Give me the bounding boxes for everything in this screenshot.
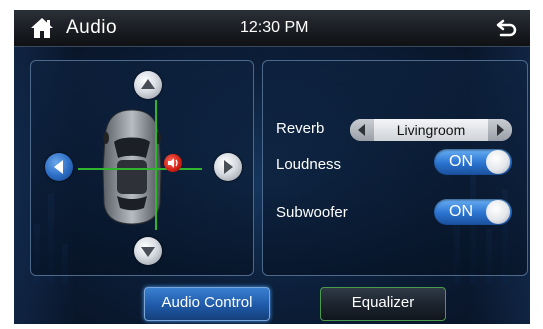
right-arrow-button[interactable] [214,153,242,181]
loudness-state: ON [449,153,473,170]
back-icon[interactable] [496,18,518,38]
subwoofer-state: ON [449,203,473,220]
toggle-knob [486,200,510,224]
home-icon[interactable] [30,17,54,39]
loudness-toggle[interactable]: ON [434,149,512,175]
right-arrow-icon [224,160,233,174]
reverb-value: Livingroom [396,122,466,138]
page-title: Audio [66,17,118,38]
speaker-icon [164,154,182,172]
reverb-selector: Livingroom [350,119,512,141]
loudness-label: Loudness [276,156,342,173]
subwoofer-label: Subwoofer [276,204,348,221]
clock: 12:30 PM [240,19,309,36]
toggle-knob [486,150,510,174]
up-arrow-button[interactable] [134,71,162,99]
down-arrow-icon [141,247,155,257]
equalizer-button[interactable]: Equalizer [320,287,446,321]
right-arrow-icon [497,124,504,136]
audio-control-button[interactable]: Audio Control [144,287,270,321]
left-arrow-icon [54,160,63,174]
reverb-next-button[interactable] [488,119,512,141]
left-arrow-button[interactable] [45,153,73,181]
down-arrow-button[interactable] [134,237,162,265]
audio-screen: Audio 12:30 PM Reverb Livingroom Loudnes… [14,10,530,324]
up-arrow-icon [141,79,155,89]
reverb-prev-button[interactable] [350,119,374,141]
reverb-label: Reverb [276,120,325,137]
balance-horizontal-line [78,168,202,170]
top-bar: Audio 12:30 PM [14,10,530,47]
balance-vertical-line [155,100,157,230]
subwoofer-toggle[interactable]: ON [434,199,512,225]
left-arrow-icon [358,124,365,136]
